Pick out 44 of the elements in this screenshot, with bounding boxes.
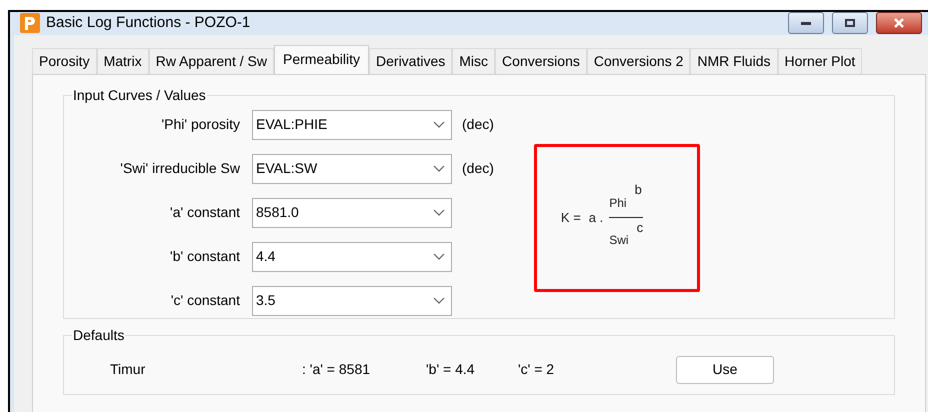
app-logo-icon [20, 13, 40, 34]
unit-label: (dec) [462, 115, 494, 134]
dropdown-field[interactable]: EVAL:PHIE [252, 110, 452, 140]
chevron-down-icon [433, 296, 445, 304]
chevron-down-icon [433, 120, 445, 128]
tab[interactable]: Matrix [96, 48, 149, 74]
formula-text: Swi [609, 232, 629, 248]
close-button[interactable] [876, 12, 922, 34]
window-title: Basic Log Functions - POZO-1 [46, 13, 250, 33]
tab[interactable]: NMR Fluids [690, 48, 778, 74]
field-label: 'Phi' porosity [160, 115, 240, 134]
tab[interactable]: Misc [452, 48, 496, 74]
dropdown-field[interactable]: 8581.0 [252, 198, 452, 228]
tab[interactable]: Rw Apparent / Sw [148, 48, 274, 74]
close-icon [893, 18, 905, 28]
tab[interactable]: Conversions [495, 48, 587, 74]
tab[interactable]: Derivatives [369, 48, 452, 74]
formula-exponent: b [634, 181, 642, 199]
dropdown-field[interactable]: EVAL:SW [252, 154, 452, 184]
dropdown-field[interactable]: 4.4 [252, 242, 452, 272]
default-value: : 'a' = 8581 [302, 360, 372, 379]
default-value: 'b' = 4.4 [426, 360, 476, 379]
field-label: 'Swi' irreducible Sw [119, 159, 240, 178]
formula-text: Phi [609, 195, 627, 211]
use-button[interactable]: Use [676, 356, 774, 384]
chevron-down-icon [433, 208, 445, 216]
dropdown-field[interactable]: 3.5 [252, 286, 452, 316]
field-label: 'c' constant [170, 291, 240, 310]
field-label: 'a' constant [169, 203, 240, 222]
tab[interactable]: Horner Plot [778, 48, 862, 74]
tab[interactable]: Permeability [274, 44, 370, 74]
chevron-down-icon [433, 164, 445, 172]
method-name: Timur [110, 360, 146, 379]
default-value: 'c' = 2 [518, 360, 556, 379]
tab[interactable]: Porosity [32, 48, 97, 74]
formula-exponent: c [636, 220, 644, 236]
tab[interactable]: Conversions 2 [586, 48, 690, 74]
formula-text: K = [560, 208, 581, 227]
unit-label: (dec) [462, 159, 494, 178]
formula-text: a . [588, 208, 604, 227]
chevron-down-icon [433, 252, 445, 260]
maximize-button[interactable] [832, 12, 868, 34]
field-label: 'b' constant [169, 247, 240, 266]
minimize-button[interactable] [788, 12, 824, 34]
